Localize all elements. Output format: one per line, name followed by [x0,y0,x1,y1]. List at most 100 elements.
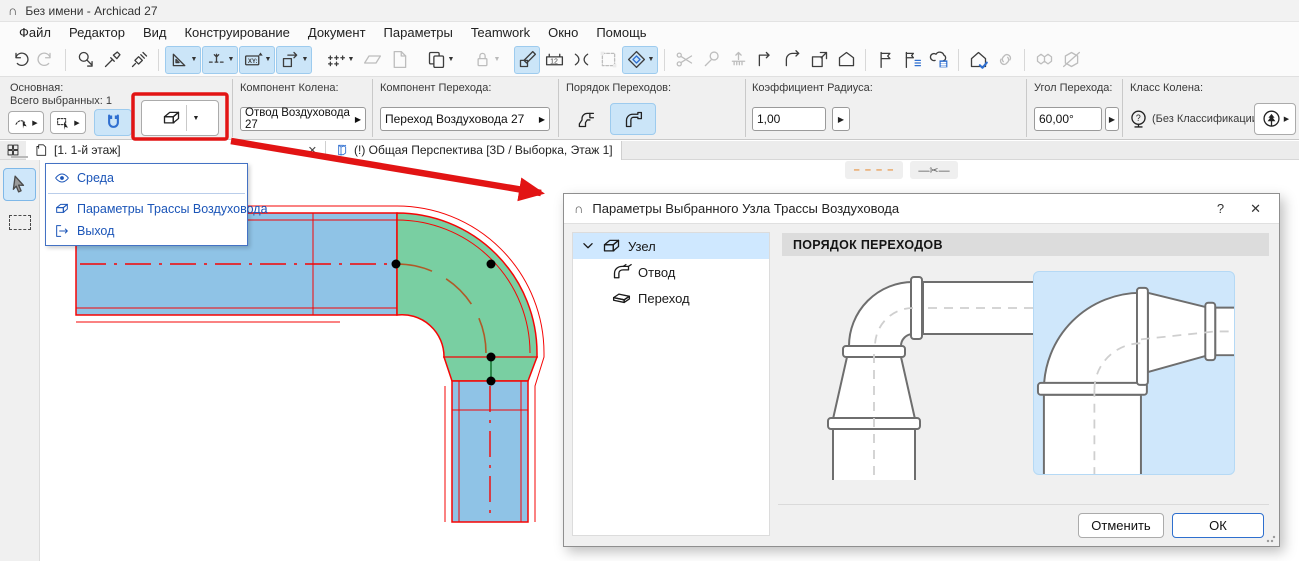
resize-grip[interactable] [1266,533,1276,543]
inject-parameters-button[interactable] [126,46,152,74]
undo-button[interactable] [6,46,32,74]
markup-cloud-button[interactable] [926,46,952,74]
layers-button[interactable]: ▼ [422,46,458,74]
cutaway-3d-button[interactable]: ▼ [622,46,658,74]
menu-teamwork[interactable]: Teamwork [462,24,539,41]
editing-plane-button[interactable] [359,46,385,74]
dialog-help-button[interactable]: ? [1217,201,1224,217]
menu-item-environment[interactable]: Среда [46,167,247,189]
find-select-button[interactable] [72,46,98,74]
transition-angle-input[interactable]: 60,00° [1034,107,1102,131]
dialog-close-button[interactable]: ✕ [1250,201,1261,217]
menu-edit[interactable]: Редактор [60,24,134,41]
radius-factor-spinner[interactable]: ▶ [832,107,850,131]
split-button[interactable] [671,46,697,74]
dropdown-caret-icon[interactable]: ▼ [648,56,655,63]
guide-lines-button[interactable]: ▼ [165,46,201,74]
chevron-down-icon[interactable] [581,239,595,253]
reserve-lock-button[interactable]: ▼ [468,46,504,74]
undo-icon [9,49,30,70]
radius-factor-input[interactable]: 1,00 [752,107,826,131]
context-menu: Среда Параметры Трассы Воздуховода Выход [45,163,248,246]
cancel-button[interactable]: Отменить [1078,513,1164,538]
check-model-button[interactable] [965,46,991,74]
level-dimension-button[interactable]: ▼ [202,46,238,74]
dropdown-caret-icon[interactable]: ▼ [193,115,200,122]
marquee-settings-button[interactable]: ▶ [50,111,86,134]
flag-button[interactable] [872,46,898,74]
resize-button[interactable] [806,46,832,74]
modules-button[interactable] [1031,46,1057,74]
tree-item-transition[interactable]: Переход [573,285,769,311]
ok-button[interactable]: ОК [1172,513,1264,538]
menu-design[interactable]: Конструирование [175,24,298,41]
order-transition-first-button[interactable] [566,103,604,135]
dropdown-caret-icon[interactable]: ▼ [228,56,235,63]
menu-separator [48,193,245,194]
transition-angle-spinner[interactable]: ▶ [1105,107,1119,131]
dropdown-caret-icon[interactable]: ▼ [302,56,309,63]
renovation-filter-button[interactable] [514,46,540,74]
menu-view[interactable]: Вид [134,24,176,41]
dropdown-caret-icon[interactable]: ▼ [494,56,501,63]
roof-button[interactable] [833,46,859,74]
tab-3d-perspective[interactable]: (!) Общая Перспектива [3D / Выборка, Эта… [326,141,622,160]
transition-component-label: Компонент Перехода: [380,82,491,94]
tab-floor-plan[interactable]: [1. 1-й этаж] ✕ [26,141,326,160]
field-caret-icon[interactable]: ▶ [539,115,545,124]
arrow-tool-button[interactable] [3,168,36,201]
magnet-toggle-button[interactable] [94,109,132,136]
classification-button[interactable]: ▶ [1254,103,1296,135]
sheet-button[interactable] [386,46,412,74]
axonometry-button[interactable] [1058,46,1084,74]
move-elements-button[interactable]: ▼ [276,46,312,74]
menu-item-duct-route-settings[interactable]: Параметры Трассы Воздуховода [46,198,247,220]
marquee-tool-button[interactable] [9,215,31,230]
intersect-button[interactable] [568,46,594,74]
option-elbow-first-selected[interactable] [1033,271,1235,475]
adjust-button[interactable] [698,46,724,74]
dialog-titlebar[interactable]: ∩ Параметры Выбранного Узла Трассы Возду… [564,194,1279,224]
coordinates-button[interactable]: XY:▼ [239,46,275,74]
pick-parameters-button[interactable] [99,46,125,74]
dropdown-caret-icon[interactable]: ▼ [448,56,455,63]
elbow-component-field[interactable]: Отвод Воздуховода 27▶ [240,107,366,131]
info-bar: Основная: Всего выбранных: 1 ▶ ▶ ▼ Компо… [0,77,1299,140]
dash-line-style-button[interactable]: – – – – [845,161,903,179]
split-line-button[interactable]: —✂— [910,161,958,179]
menu-document[interactable]: Документ [299,24,375,41]
menu-window[interactable]: Окно [539,24,587,41]
dropdown-caret-icon[interactable]: ▼ [191,56,198,63]
transition-component-field[interactable]: Переход Воздуховода 27▶ [380,107,550,131]
menu-item-exit[interactable]: Выход [46,220,247,242]
tab-close-icon[interactable]: ✕ [308,144,317,157]
duct-routing-button[interactable]: ▼ [141,100,219,136]
order-elbow-first-button[interactable] [610,103,656,135]
toolbar-drag-handle[interactable] [11,156,28,158]
menu-options[interactable]: Параметры [375,24,462,41]
quick-options-button[interactable] [0,143,26,157]
fillet-button[interactable] [779,46,805,74]
tree-item-node[interactable]: Узел [573,233,769,259]
tree-item-elbow[interactable]: Отвод [573,259,769,285]
menu-file[interactable]: Файл [10,24,60,41]
eyedropper-icon [102,49,123,70]
panel-header[interactable]: ПОРЯДОК ПЕРЕХОДОВ [782,233,1269,256]
redo-button[interactable] [33,46,59,74]
option-transition-first[interactable] [801,267,1033,481]
group-button[interactable] [595,46,621,74]
link-button[interactable] [992,46,1018,74]
syringe-icon [129,49,150,70]
selection-settings-button[interactable]: ▶ [8,111,44,134]
flag-list-button[interactable] [899,46,925,74]
snap-grid-button[interactable]: ▼ [322,46,358,74]
extend-button[interactable] [752,46,778,74]
cutaway-3d-icon [626,49,647,70]
dropdown-caret-icon[interactable]: ▼ [265,56,272,63]
dropdown-caret-icon[interactable]: ▼ [348,56,355,63]
intersect-lines-button[interactable] [725,46,751,74]
menu-help[interactable]: Помощь [587,24,655,41]
arrow-cursor-icon [9,174,30,195]
field-caret-icon[interactable]: ▶ [355,115,361,124]
dimension-button[interactable]: 12 [541,46,567,74]
